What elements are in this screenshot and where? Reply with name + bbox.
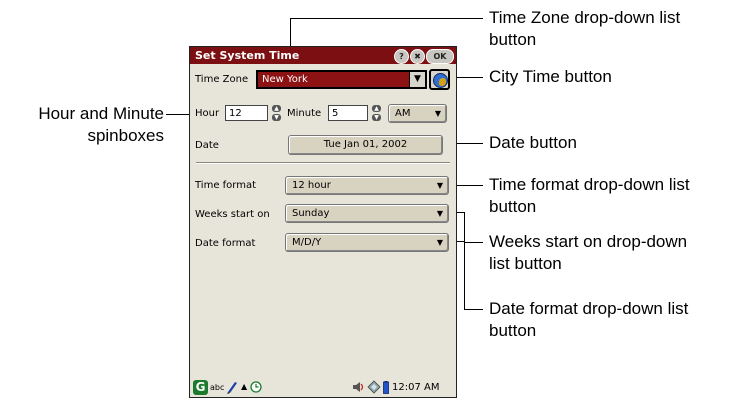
callout-hour-minute-line1: Hour and Minute	[38, 104, 164, 123]
close-button[interactable]: ✖	[410, 49, 425, 64]
callout-date-format-line2: button	[489, 321, 537, 340]
help-button[interactable]: ?	[394, 49, 409, 64]
divider	[196, 162, 450, 164]
leader-weeks-start-v	[464, 212, 465, 242]
status-bar: G abc ▲ 12:07 AM	[190, 378, 456, 397]
time-format-dropdown[interactable]: 12 hour ▼	[285, 176, 449, 195]
spin-down-icon[interactable]: ▼	[372, 113, 381, 121]
dialog-titlebar: Set System Time ? ✖ OK	[190, 47, 456, 64]
callout-timezone-line1: Time Zone drop-down list	[489, 8, 681, 27]
status-clock[interactable]: 12:07 AM	[392, 382, 439, 393]
up-arrow-icon[interactable]: ▲	[241, 382, 247, 391]
callout-weeks-start: Weeks start on drop-down list button	[489, 231, 687, 275]
chevron-down-icon[interactable]: ▼	[409, 72, 425, 87]
dialog-title: Set System Time	[195, 49, 300, 62]
chevron-down-icon: ▼	[434, 109, 441, 118]
callout-hour-minute-line2: spinboxes	[87, 126, 164, 145]
input-mode[interactable]: abc	[210, 383, 224, 392]
leader-date-format-v	[464, 241, 465, 310]
hour-input[interactable]: 12	[225, 105, 268, 121]
date-format-dropdown[interactable]: M/D/Y ▼	[285, 233, 449, 252]
callout-timezone: Time Zone drop-down list button	[489, 7, 680, 51]
callout-date-format: Date format drop-down list button	[489, 298, 688, 342]
callout-weeks-start-line2: list button	[489, 254, 562, 273]
spin-up-icon[interactable]: ▲	[272, 104, 281, 112]
minute-input[interactable]: 5	[328, 105, 368, 121]
callout-date-format-line1: Date format drop-down list	[489, 299, 689, 318]
clock-icon[interactable]	[250, 381, 262, 393]
chevron-down-icon: ▼	[436, 209, 443, 218]
date-format-value: M/D/Y	[292, 237, 322, 248]
date-format-label: Date format	[195, 238, 256, 249]
battery-icon	[383, 381, 389, 394]
callout-time-format-line2: button	[489, 197, 537, 216]
time-format-value: 12 hour	[292, 180, 331, 191]
pen-icon[interactable]	[226, 380, 238, 394]
spin-up-icon[interactable]: ▲	[372, 104, 381, 112]
time-format-label: Time format	[195, 180, 257, 191]
leader-hour-minute	[166, 114, 190, 115]
sync-icon[interactable]	[367, 380, 381, 394]
leader-date-format-b	[464, 309, 483, 310]
ok-button[interactable]: OK	[426, 49, 454, 64]
weeks-start-dropdown[interactable]: Sunday ▼	[285, 204, 449, 223]
callout-city-time: City Time button	[489, 67, 612, 86]
device-screen: Set System Time ? ✖ OK Time Zone New Yor…	[189, 46, 457, 398]
speaker-icon[interactable]	[352, 381, 365, 393]
leader-weeks-start-b	[464, 242, 483, 243]
ampm-dropdown[interactable]: AM ▼	[388, 104, 447, 123]
callout-hour-minute: Hour and Minute spinboxes	[8, 103, 164, 147]
callout-time-format-line1: Time format drop-down list	[489, 175, 690, 194]
weeks-start-label: Weeks start on	[195, 209, 270, 220]
ampm-value: AM	[395, 108, 411, 119]
city-time-button[interactable]	[429, 69, 450, 90]
time-zone-label: Time Zone	[195, 74, 249, 85]
callout-weeks-start-line1: Weeks start on drop-down	[489, 232, 688, 251]
hour-label: Hour	[195, 108, 220, 119]
leader-timezone-h	[290, 18, 483, 19]
callout-timezone-line2: button	[489, 30, 537, 49]
g-menu-icon[interactable]: G	[193, 380, 208, 395]
minute-label: Minute	[287, 108, 322, 119]
chevron-down-icon: ▼	[436, 238, 443, 247]
globe-icon	[433, 73, 448, 88]
time-zone-value: New York	[262, 74, 308, 85]
callout-date: Date button	[489, 133, 577, 152]
hour-spinner[interactable]: ▲ ▼	[271, 104, 282, 121]
spin-down-icon[interactable]: ▼	[272, 113, 281, 121]
callout-time-format: Time format drop-down list button	[489, 174, 690, 218]
time-zone-dropdown[interactable]: New York ▼	[256, 70, 427, 89]
date-button[interactable]: Tue Jan 01, 2002	[288, 135, 443, 155]
weeks-start-value: Sunday	[292, 208, 330, 219]
minute-spinner[interactable]: ▲ ▼	[371, 104, 382, 121]
chevron-down-icon: ▼	[436, 181, 443, 190]
date-label: Date	[195, 140, 219, 151]
